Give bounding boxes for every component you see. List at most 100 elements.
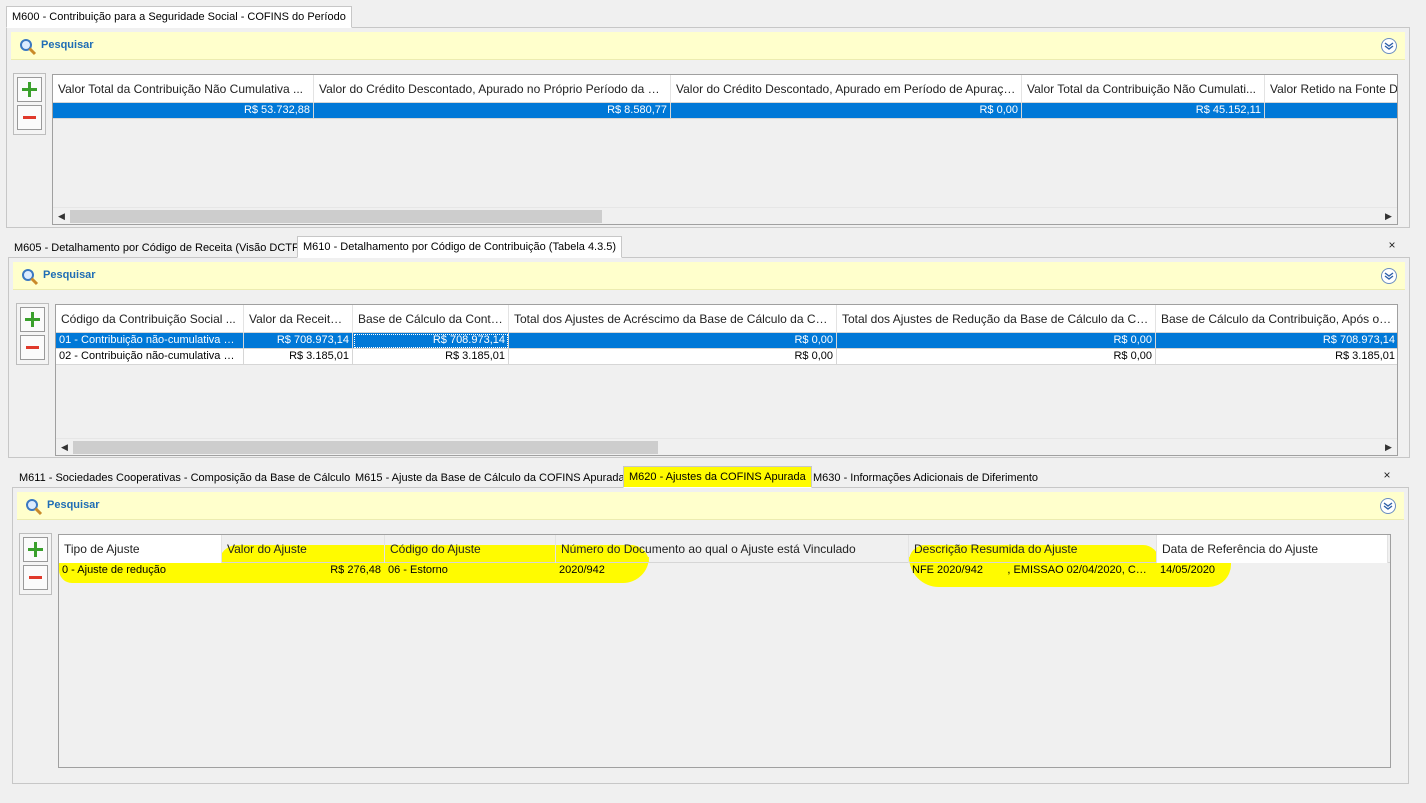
search-bar[interactable]: Pesquisar <box>11 32 1405 60</box>
table-cell[interactable]: R$ 3.185,01 <box>353 349 509 365</box>
tab-m630[interactable]: M630 - Informações Adicionais de Diferim… <box>807 468 1044 488</box>
data-grid-m610[interactable]: Código da Contribuição Social ... Valor … <box>55 304 1398 456</box>
add-icon <box>22 82 37 97</box>
table-cell[interactable]: R$ 3.185,01 <box>244 349 353 365</box>
table-cell[interactable]: R$ 0,00 <box>509 333 837 349</box>
table-cell[interactable]: 14/05/2020 <box>1157 563 1227 579</box>
arrow-right-icon[interactable]: ▶ <box>1380 439 1397 455</box>
remove-row-button[interactable] <box>23 565 48 590</box>
search-bar[interactable]: Pesquisar <box>17 492 1404 520</box>
table-cell[interactable]: R$ 53.732,88 <box>53 103 314 119</box>
arrow-left-icon[interactable]: ◀ <box>56 439 73 455</box>
remove-icon <box>29 576 42 579</box>
column-header[interactable]: Valor da Receita ... <box>244 305 353 333</box>
tab-m600[interactable]: M600 - Contribuição para a Seguridade So… <box>6 6 352 28</box>
scrollbar-thumb[interactable] <box>73 441 658 454</box>
column-header[interactable]: Valor do Crédito Descontado, Apurado em … <box>671 75 1022 103</box>
scrollbar-thumb[interactable] <box>70 210 602 223</box>
column-header[interactable]: Valor do Ajuste <box>222 535 385 563</box>
panel-content-m610: Pesquisar Código da Contribuição Social … <box>8 257 1410 458</box>
grid-header: Valor Total da Contribuição Não Cumulati… <box>53 75 1397 103</box>
add-row-button[interactable] <box>20 307 45 332</box>
column-header[interactable]: Base de Cálculo da Contri... <box>353 305 509 333</box>
row-buttons <box>16 303 49 365</box>
panel-m610: M605 - Detalhamento por Código de Receit… <box>0 236 1426 462</box>
tab-m611[interactable]: M611 - Sociedades Cooperativas - Composi… <box>13 468 356 488</box>
column-header[interactable]: Tipo de Ajuste <box>59 535 222 563</box>
tab-m610[interactable]: M610 - Detalhamento por Código de Contri… <box>297 236 623 258</box>
table-cell[interactable]: R$ 276,48 <box>222 563 385 579</box>
tab-m615[interactable]: M615 - Ajuste da Base de Cálculo da COFI… <box>349 468 631 488</box>
table-cell[interactable]: 06 - Estorno <box>385 563 556 579</box>
close-icon[interactable]: × <box>1380 468 1394 482</box>
panel-content-m620: Pesquisar Tipo de Ajuste Valor do Ajuste… <box>12 487 1409 784</box>
arrow-left-icon[interactable]: ◀ <box>53 208 70 224</box>
arrow-right-icon[interactable]: ▶ <box>1380 208 1397 224</box>
table-cell[interactable]: R$ 0,00 <box>837 349 1156 365</box>
table-cell[interactable]: NFE 2020/942 , EMISSAO 02/04/2020, CANC.… <box>909 563 1157 579</box>
panel-m620: M611 - Sociedades Cooperativas - Composi… <box>0 466 1426 784</box>
table-row[interactable]: 02 - Contribuição não-cumulativa ap... R… <box>56 349 1397 365</box>
table-cell[interactable]: R$ 45.152,11 <box>1022 103 1265 119</box>
column-header[interactable]: Número do Documento ao qual o Ajuste est… <box>556 535 909 563</box>
column-header[interactable]: Código da Contribuição Social ... <box>56 305 244 333</box>
column-header[interactable]: Valor do Crédito Descontado, Apurado no … <box>314 75 671 103</box>
table-cell[interactable]: 2020/942 <box>556 563 909 579</box>
horizontal-scrollbar[interactable]: ◀ ▶ <box>53 207 1397 224</box>
table-cell[interactable]: R$ 0,00 <box>509 349 837 365</box>
tabstrip-m620: M611 - Sociedades Cooperativas - Composi… <box>0 466 1426 488</box>
data-grid-m620[interactable]: Tipo de Ajuste Valor do Ajuste Código do… <box>58 534 1391 768</box>
remove-icon <box>26 346 39 349</box>
column-header[interactable]: Data de Referência do Ajuste <box>1157 535 1388 563</box>
tabstrip-m600: M600 - Contribuição para a Seguridade So… <box>0 6 1426 28</box>
table-cell[interactable]: R$ 0,00 <box>837 333 1156 349</box>
table-cell[interactable]: 0 - Ajuste de redução <box>59 563 222 579</box>
collapse-icon[interactable] <box>1381 268 1397 284</box>
column-header[interactable]: Total dos Ajustes de Redução da Base de … <box>837 305 1156 333</box>
row-buttons <box>19 533 52 595</box>
grid-header: Tipo de Ajuste Valor do Ajuste Código do… <box>59 535 1390 563</box>
table-cell[interactable]: R$ 708.973,14 <box>1156 333 1397 349</box>
data-grid-m600[interactable]: Valor Total da Contribuição Não Cumulati… <box>52 74 1398 225</box>
horizontal-scrollbar[interactable]: ◀ ▶ <box>56 438 1397 455</box>
column-header[interactable]: Valor Retido na Fonte De <box>1265 75 1397 103</box>
table-cell[interactable]: R$ 708.973,14 <box>244 333 353 349</box>
add-icon <box>28 542 43 557</box>
add-icon <box>25 312 40 327</box>
column-header[interactable]: Total dos Ajustes de Acréscimo da Base d… <box>509 305 837 333</box>
remove-icon <box>23 116 36 119</box>
table-cell[interactable]: R$ 0,00 <box>671 103 1022 119</box>
tab-m620[interactable]: M620 - Ajustes da COFINS Apurada <box>623 466 812 488</box>
table-cell[interactable]: R$ 3.185,01 <box>1156 349 1397 365</box>
add-row-button[interactable] <box>23 537 48 562</box>
table-cell[interactable]: 02 - Contribuição não-cumulativa ap... <box>56 349 244 365</box>
tab-m605[interactable]: M605 - Detalhamento por Código de Receit… <box>8 238 308 258</box>
search-label: Pesquisar <box>41 39 94 51</box>
column-header[interactable]: Valor Total da Contribuição Não Cumulati… <box>53 75 314 103</box>
table-row[interactable]: 01 - Contribuição não-cumulativa ap... R… <box>56 333 1397 349</box>
search-icon <box>26 499 43 516</box>
column-header[interactable]: Base de Cálculo da Contribuição, Após os… <box>1156 305 1397 333</box>
table-cell[interactable]: R$ 8.580,77 <box>314 103 671 119</box>
table-row[interactable]: 0 - Ajuste de redução R$ 276,48 06 - Est… <box>59 563 1388 579</box>
close-icon[interactable]: × <box>1385 238 1399 252</box>
panel-m600: M600 - Contribuição para a Seguridade So… <box>0 6 1426 232</box>
column-header[interactable]: Valor Total da Contribuição Não Cumulati… <box>1022 75 1265 103</box>
add-row-button[interactable] <box>17 77 42 102</box>
table-cell[interactable]: 01 - Contribuição não-cumulativa ap... <box>56 333 244 349</box>
search-icon <box>22 269 39 286</box>
row-buttons <box>13 73 46 135</box>
table-cell[interactable] <box>1265 103 1397 119</box>
remove-row-button[interactable] <box>20 335 45 360</box>
remove-row-button[interactable] <box>17 105 42 130</box>
column-header[interactable]: Descrição Resumida do Ajuste <box>909 535 1157 563</box>
search-label: Pesquisar <box>43 269 96 281</box>
table-cell[interactable]: R$ 708.973,14 <box>353 333 509 349</box>
search-bar[interactable]: Pesquisar <box>13 262 1405 290</box>
search-icon <box>20 39 37 56</box>
search-label: Pesquisar <box>47 499 100 511</box>
column-header[interactable]: Código do Ajuste <box>385 535 556 563</box>
collapse-icon[interactable] <box>1380 498 1396 514</box>
table-row[interactable]: R$ 53.732,88 R$ 8.580,77 R$ 0,00 R$ 45.1… <box>53 103 1397 119</box>
collapse-icon[interactable] <box>1381 38 1397 54</box>
